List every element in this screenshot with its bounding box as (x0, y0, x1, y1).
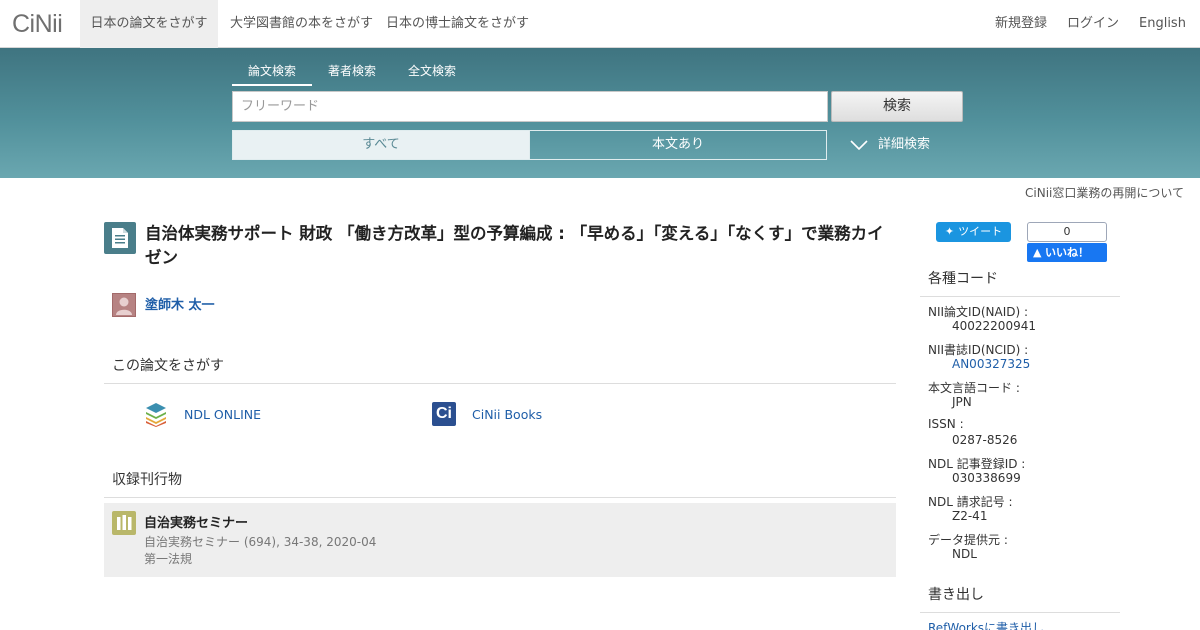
like-label: いいね！ (1045, 246, 1089, 259)
publication-publisher: 第一法規 (144, 552, 193, 566)
code-value-language: JPN (952, 395, 972, 409)
advanced-search-link[interactable]: 詳細検索 (850, 130, 930, 160)
tab-university-library-books[interactable]: 大学図書館の本をさがす (230, 0, 373, 48)
tab-japanese-dissertations[interactable]: 日本の博士論文をさがす (386, 0, 529, 48)
filter-all-toggle[interactable]: すべて (232, 130, 530, 160)
code-label-ndl-article-id: NDL 記事登録ID : (928, 457, 1026, 471)
cinii-logo[interactable]: CiNii (12, 10, 63, 39)
advanced-search-label: 詳細検索 (878, 137, 931, 152)
chevron-down-icon (850, 139, 868, 150)
service-notice-link[interactable]: CiNii窓口業務の再開について (1025, 184, 1184, 201)
article-title: 自治体実務サポート 財政 「働き方改革」型の予算編成 : 「早める」「変える」「… (145, 224, 884, 267)
tab-author-search[interactable]: 著者検索 (312, 62, 392, 86)
filter-fulltext-toggle[interactable]: 本文あり (529, 130, 827, 160)
login-link[interactable]: ログイン (1067, 0, 1119, 48)
code-value-data-provider: NDL (952, 547, 977, 561)
journal-icon (112, 511, 136, 535)
search-panel: 論文検索 著者検索 全文検索 フリーワード 検索 すべて 本文あり 詳細検索 (0, 48, 1200, 178)
tweet-button[interactable]: ✦ ツイート (936, 222, 1011, 242)
code-value-ndl-article-id: 030338699 (952, 471, 1021, 485)
publication-detail: 自治実務セミナー (694), 34-38, 2020-04 (144, 535, 377, 549)
publication-title[interactable]: 自治実務セミナー (144, 512, 248, 531)
author-avatar-icon (112, 293, 136, 317)
tab-japanese-papers[interactable]: 日本の論文をさがす (80, 0, 218, 48)
top-navigation: CiNii 日本の論文をさがす 大学図書館の本をさがす 日本の博士論文をさがす … (0, 0, 1200, 48)
search-input[interactable]: フリーワード (232, 91, 828, 122)
code-value-ndl-call-number: Z2-41 (952, 509, 988, 523)
twitter-icon: ✦ (944, 225, 955, 238)
facebook-like-widget: 0 ▲ いいね！ (1027, 222, 1107, 262)
cinii-books-link[interactable]: CiNii Books (472, 407, 542, 422)
like-button[interactable]: ▲ いいね！ (1027, 243, 1107, 262)
register-link[interactable]: 新規登録 (995, 0, 1047, 48)
code-label-data-provider: データ提供元 : (928, 533, 1008, 547)
code-value-ncid-link[interactable]: AN00327325 (952, 357, 1030, 371)
tab-article-search[interactable]: 論文検索 (232, 62, 312, 86)
find-article-heading: この論文をさがす (104, 355, 896, 384)
thumbs-up-icon: ▲ (1033, 246, 1042, 259)
code-label-ncid: NII書誌ID(NCID) : (928, 343, 1029, 357)
tab-fulltext-search[interactable]: 全文検索 (392, 62, 472, 86)
cinii-books-icon: Ci (432, 402, 456, 426)
refworks-export-link[interactable]: RefWorksに書き出し (928, 619, 1044, 630)
code-label-language: 本文言語コード : (928, 381, 1020, 395)
code-label-naid: NII論文ID(NAID) : (928, 305, 1029, 319)
language-link[interactable]: English (1139, 0, 1186, 48)
code-value-issn: 0287-8526 (952, 433, 1018, 447)
code-label-ndl-call-number: NDL 請求記号 : (928, 495, 1013, 509)
code-value-naid: 40022200941 (952, 319, 1036, 333)
author-link[interactable]: 塗師木 太一 (145, 294, 215, 313)
like-count: 0 (1027, 222, 1107, 242)
ndl-online-icon (144, 401, 168, 427)
code-label-issn: ISSN : (928, 417, 964, 431)
codes-heading: 各種コード (920, 268, 1120, 297)
tweet-label: ツイート (958, 225, 1003, 238)
ndl-online-link[interactable]: NDL ONLINE (184, 407, 261, 422)
document-icon (104, 222, 136, 254)
publication-heading: 収録刊行物 (104, 469, 896, 498)
search-button[interactable]: 検索 (831, 91, 963, 122)
export-heading: 書き出し (920, 584, 1120, 613)
